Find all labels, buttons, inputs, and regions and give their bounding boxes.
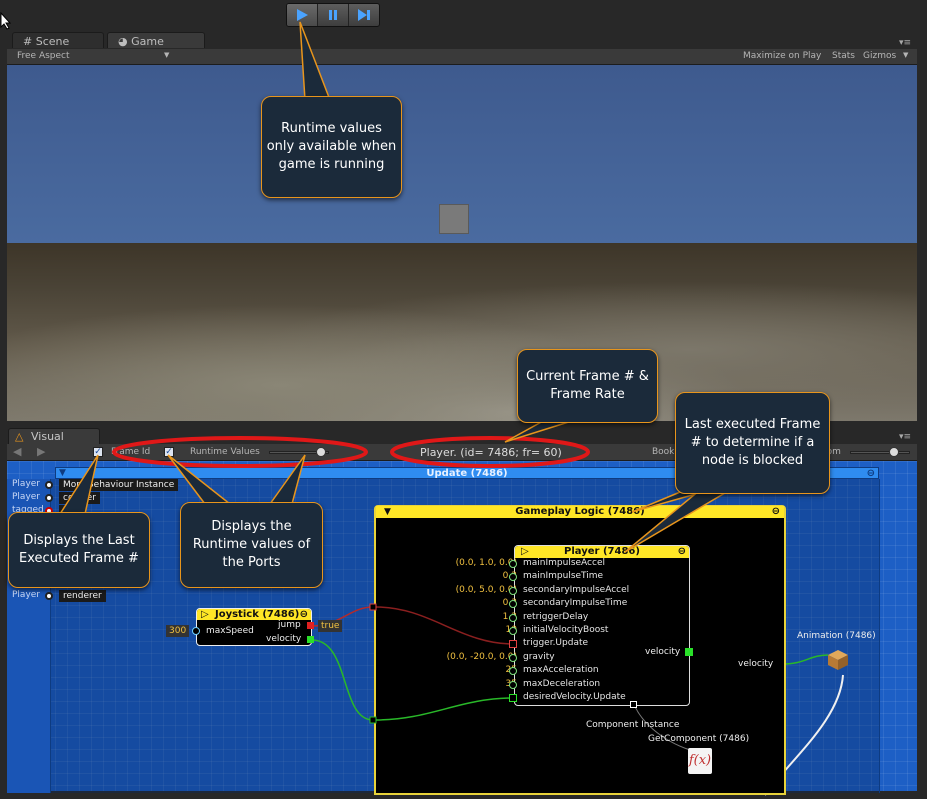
callout-text: Runtime values only available when game … bbox=[266, 121, 397, 172]
callout-pointer bbox=[504, 419, 576, 443]
callout-pointer bbox=[299, 21, 332, 101]
callout-current-frame: Current Frame # & Frame Rate bbox=[517, 349, 658, 423]
callout-pointer bbox=[58, 454, 99, 515]
callout-runtime-only: Runtime values only available when game … bbox=[261, 96, 402, 198]
callout-last-executed-node: Last executed Frame # to determine if a … bbox=[675, 392, 830, 494]
callout-pointer bbox=[167, 454, 233, 505]
callout-pointer bbox=[268, 454, 306, 505]
callout-text: Displays the Last Executed Frame # bbox=[19, 533, 139, 566]
callout-text: Displays the Runtime values of the Ports bbox=[192, 519, 311, 570]
callout-displays-runtime: Displays the Runtime values of the Ports bbox=[180, 502, 323, 588]
unity-editor: # Scene ◕ Game ▾≡ Free Aspect ▼ Maximize… bbox=[0, 0, 927, 799]
callout-text: Current Frame # & Frame Rate bbox=[526, 369, 649, 402]
callout-displays-last-frame: Displays the Last Executed Frame # bbox=[8, 512, 150, 588]
callout-text: Last executed Frame # to determine if a … bbox=[684, 417, 821, 468]
